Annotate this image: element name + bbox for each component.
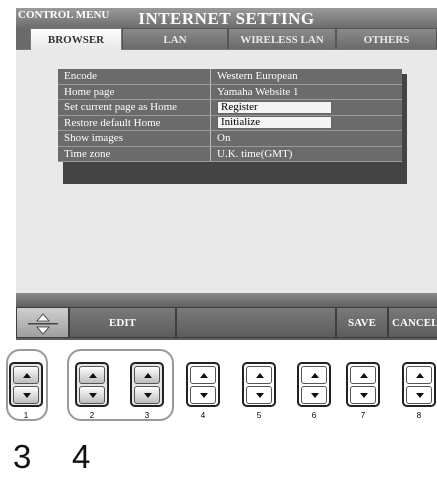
down-arrow-icon	[89, 393, 97, 398]
save-label: SAVE	[348, 317, 376, 329]
tab-others[interactable]: OTHERS	[336, 28, 437, 50]
button-number: 4	[200, 411, 206, 420]
down-arrow-icon	[311, 393, 319, 398]
setting-row-time-zone[interactable]: Time zone U.K. time(GMT)	[58, 146, 402, 162]
lcd-screen: INTERNET SETTING BROWSER LAN WIRELESS LA…	[16, 8, 437, 340]
up-arrow-icon	[311, 373, 319, 378]
button-number: 2	[89, 411, 95, 420]
up-arrow-icon	[23, 373, 31, 378]
up-button[interactable]	[134, 366, 160, 384]
setting-label: Time zone	[58, 146, 211, 162]
down-arrow-icon	[23, 393, 31, 398]
physical-button-2[interactable]	[75, 362, 109, 407]
down-button[interactable]	[190, 386, 216, 404]
setting-value[interactable]: Yamaha Website 1	[210, 84, 402, 100]
control-menu-bar	[16, 293, 437, 307]
settings-table: Encode Western European Home page Yamaha…	[58, 69, 402, 162]
physical-button-6[interactable]	[297, 362, 331, 407]
setting-row-encode[interactable]: Encode Western European	[58, 69, 402, 85]
up-down-arrows-icon	[28, 313, 58, 335]
up-arrow-icon	[256, 373, 264, 378]
up-arrow-icon	[200, 373, 208, 378]
button-number: 1	[23, 411, 29, 420]
up-button[interactable]	[406, 366, 432, 384]
control-button-row: EDIT SAVE CANCEL	[16, 307, 437, 340]
down-arrow-icon	[416, 393, 424, 398]
down-arrow-icon	[200, 393, 208, 398]
down-button[interactable]	[350, 386, 376, 404]
setting-label: Encode	[58, 69, 211, 85]
down-button[interactable]	[134, 386, 160, 404]
empty-screen-button	[176, 307, 336, 338]
physical-button-3[interactable]	[130, 362, 164, 407]
down-button[interactable]	[79, 386, 105, 404]
up-button[interactable]	[246, 366, 272, 384]
setting-label: Show images	[58, 130, 211, 147]
button-number: 3	[144, 411, 150, 420]
register-button[interactable]: Register	[217, 100, 332, 114]
physical-button-7[interactable]	[346, 362, 380, 407]
down-arrow-icon	[144, 393, 152, 398]
tab-wireless-lan[interactable]: WIRELESS LAN	[228, 28, 336, 50]
edit-label: EDIT	[109, 317, 136, 329]
up-arrow-icon	[416, 373, 424, 378]
initialize-button[interactable]: Initialize	[217, 116, 332, 130]
cancel-label: CANCEL	[392, 317, 437, 329]
setting-row-home-page[interactable]: Home page Yamaha Website 1	[58, 84, 402, 100]
down-button[interactable]	[406, 386, 432, 404]
button-number: 6	[311, 411, 317, 420]
setting-value[interactable]: U.K. time(GMT)	[210, 146, 402, 162]
up-button[interactable]	[79, 366, 105, 384]
setting-row-set-current-home[interactable]: Set current page as Home Register	[58, 99, 402, 116]
button-number: 5	[256, 411, 262, 420]
setting-row-show-images[interactable]: Show images On	[58, 130, 402, 147]
down-arrow-icon	[360, 393, 368, 398]
physical-button-4[interactable]	[186, 362, 220, 407]
setting-value[interactable]: On	[210, 130, 402, 147]
callout-number-4: 4	[72, 438, 91, 475]
button-number: 7	[360, 411, 366, 420]
setting-row-restore-default[interactable]: Restore default Home Initialize	[58, 115, 402, 131]
setting-value[interactable]: Western European	[210, 69, 402, 85]
up-arrow-icon	[144, 373, 152, 378]
tab-lan[interactable]: LAN	[122, 28, 228, 50]
physical-button-5[interactable]	[242, 362, 276, 407]
up-arrow-icon	[360, 373, 368, 378]
physical-button-1[interactable]	[9, 362, 43, 407]
save-button[interactable]: SAVE	[336, 307, 388, 338]
button-number: 8	[416, 411, 422, 420]
control-menu-label: CONTROL MENU	[18, 9, 110, 21]
up-arrow-icon	[89, 373, 97, 378]
up-button[interactable]	[350, 366, 376, 384]
cancel-button[interactable]: CANCEL	[388, 307, 437, 338]
tab-browser[interactable]: BROWSER	[30, 28, 122, 50]
up-button[interactable]	[301, 366, 327, 384]
physical-button-8[interactable]	[402, 362, 436, 407]
setting-label: Home page	[58, 84, 211, 100]
edit-button[interactable]: EDIT	[69, 307, 176, 338]
down-button[interactable]	[246, 386, 272, 404]
up-button[interactable]	[190, 366, 216, 384]
down-arrow-icon	[256, 393, 264, 398]
setting-label: Restore default Home	[58, 115, 211, 131]
callout-number-3: 3	[13, 438, 32, 475]
updown-screen-button[interactable]	[16, 307, 69, 338]
down-button[interactable]	[301, 386, 327, 404]
up-button[interactable]	[13, 366, 39, 384]
setting-label: Set current page as Home	[58, 99, 211, 116]
down-button[interactable]	[13, 386, 39, 404]
